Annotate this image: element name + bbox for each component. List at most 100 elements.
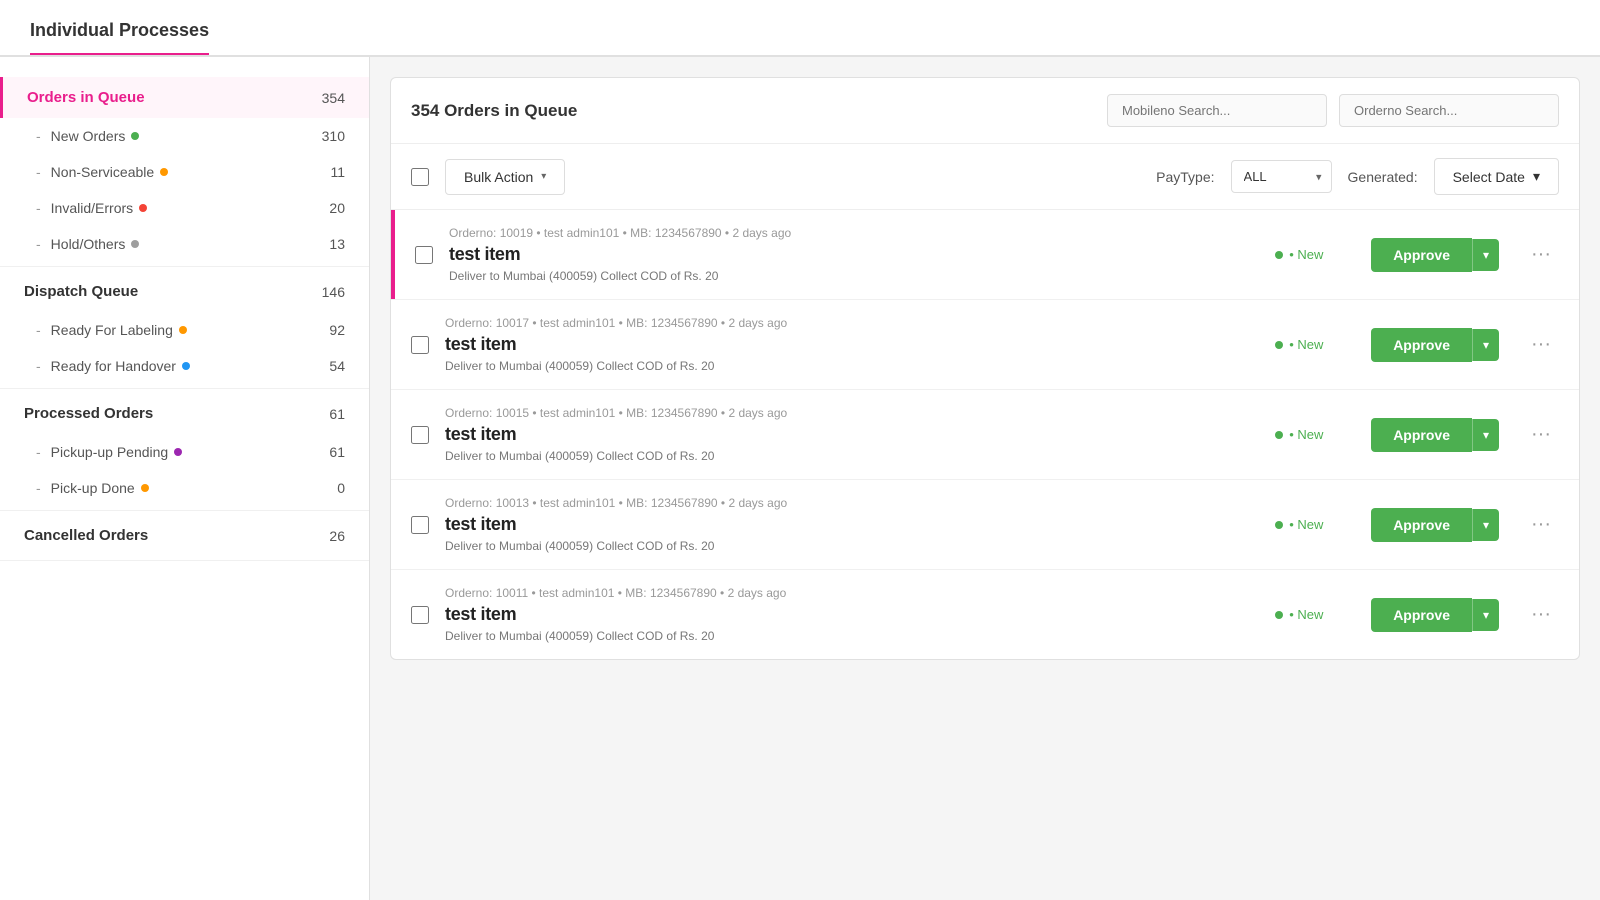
more-options-button[interactable]: ··· <box>1523 239 1559 270</box>
order-name: test item <box>445 334 1259 355</box>
status-dot-icon <box>182 362 190 370</box>
bulk-action-chevron-icon: ▾ <box>541 171 546 182</box>
approve-button[interactable]: Approve <box>1371 238 1472 272</box>
sub-count: 310 <box>322 128 345 144</box>
order-meta: Orderno: 10011 • test admin101 • MB: 123… <box>445 586 1259 600</box>
order-delivery: Deliver to Mumbai (400059) Collect COD o… <box>445 359 1259 373</box>
generated-label: Generated: <box>1348 169 1418 185</box>
dash-icon: - <box>36 322 41 338</box>
approve-dropdown-button[interactable]: ▾ <box>1472 599 1499 631</box>
status-text: • New <box>1289 247 1323 262</box>
sidebar-section-label-3: Cancelled Orders <box>24 527 148 544</box>
approve-dropdown-button[interactable]: ▾ <box>1472 509 1499 541</box>
sidebar-section-1: Dispatch Queue146- Ready For Labeling92-… <box>0 271 369 389</box>
order-status: • New <box>1275 427 1355 442</box>
order-row: Orderno: 10019 • test admin101 • MB: 123… <box>391 210 1579 300</box>
panel-header: 354 Orders in Queue <box>391 78 1579 144</box>
more-options-button[interactable]: ··· <box>1523 599 1559 630</box>
sub-label-text: Pickup-up Pending <box>51 444 169 460</box>
status-dot-icon <box>139 204 147 212</box>
order-meta: Orderno: 10015 • test admin101 • MB: 123… <box>445 406 1259 420</box>
sidebar-main-item-1[interactable]: Dispatch Queue 146 <box>0 271 369 312</box>
sidebar-sub-item-2-1[interactable]: - Pick-up Done0 <box>0 470 369 506</box>
more-options-button[interactable]: ··· <box>1523 329 1559 360</box>
orderno-search-input[interactable] <box>1339 94 1559 127</box>
sidebar-sub-item-1-0[interactable]: - Ready For Labeling92 <box>0 312 369 348</box>
order-row-inner: Orderno: 10017 • test admin101 • MB: 123… <box>391 300 1579 389</box>
order-checkbox[interactable] <box>411 606 429 624</box>
sub-count: 13 <box>329 236 345 252</box>
approve-dropdown-button[interactable]: ▾ <box>1472 239 1499 271</box>
approve-button[interactable]: Approve <box>1371 418 1472 452</box>
sub-count: 92 <box>329 322 345 338</box>
more-options-button[interactable]: ··· <box>1523 509 1559 540</box>
order-row: Orderno: 10015 • test admin101 • MB: 123… <box>391 390 1579 480</box>
order-row: Orderno: 10013 • test admin101 • MB: 123… <box>391 480 1579 570</box>
status-dot-icon <box>131 132 139 140</box>
select-date-button[interactable]: Select Date ▾ <box>1434 158 1559 195</box>
dash-icon: - <box>36 444 41 460</box>
order-checkbox[interactable] <box>411 336 429 354</box>
order-info: Orderno: 10011 • test admin101 • MB: 123… <box>445 586 1259 643</box>
page-wrapper: Individual Processes Orders in Queue354 -… <box>0 0 1600 900</box>
approve-dropdown-button[interactable]: ▾ <box>1472 419 1499 451</box>
dash-icon: - <box>36 236 41 252</box>
sidebar: Orders in Queue354 - New Orders 310 - Non-S… <box>0 57 370 900</box>
approve-dropdown-button[interactable]: ▾ <box>1472 329 1499 361</box>
order-row: Orderno: 10011 • test admin101 • MB: 123… <box>391 570 1579 659</box>
sidebar-sub-item-0-3[interactable]: - Hold/Others 13 <box>0 226 369 262</box>
status-text: • New <box>1289 607 1323 622</box>
approve-button[interactable]: Approve <box>1371 598 1472 632</box>
sidebar-section-label-1: Dispatch Queue <box>24 283 138 300</box>
more-options-button[interactable]: ··· <box>1523 419 1559 450</box>
orders-list: Orderno: 10019 • test admin101 • MB: 123… <box>391 210 1579 659</box>
status-text: • New <box>1289 337 1323 352</box>
paytype-select[interactable]: ALLCODPREPAID <box>1231 160 1332 193</box>
sidebar-main-item-0[interactable]: Orders in Queue354 <box>0 77 369 118</box>
sidebar-divider <box>0 510 369 511</box>
order-delivery: Deliver to Mumbai (400059) Collect COD o… <box>449 269 1259 283</box>
sidebar-main-item-2[interactable]: Processed Orders61 <box>0 393 369 434</box>
dash-icon: - <box>36 358 41 374</box>
status-dot-icon <box>1275 251 1283 259</box>
sidebar-sub-item-0-2[interactable]: - Invalid/Errors20 <box>0 190 369 226</box>
sidebar-main-item-3[interactable]: Cancelled Orders 26 <box>0 515 369 556</box>
orders-panel: 354 Orders in Queue Bulk Action ▾ PayTyp… <box>390 77 1580 660</box>
sidebar-section-label-0: Orders in Queue <box>27 89 145 106</box>
select-all-checkbox[interactable] <box>411 168 429 186</box>
approve-button[interactable]: Approve <box>1371 328 1472 362</box>
order-delivery: Deliver to Mumbai (400059) Collect COD o… <box>445 539 1259 553</box>
order-name: test item <box>445 604 1259 625</box>
sidebar-divider <box>0 388 369 389</box>
sub-count: 61 <box>329 444 345 460</box>
approve-group: Approve▾ <box>1371 508 1499 542</box>
status-dot-icon <box>179 326 187 334</box>
sidebar-sub-item-1-1[interactable]: - Ready for Handover54 <box>0 348 369 384</box>
sidebar-section-count-3: 26 <box>329 528 345 544</box>
page-header: Individual Processes <box>0 0 1600 57</box>
sidebar-sub-item-0-1[interactable]: - Non-Serviceable11 <box>0 154 369 190</box>
sub-label-text: New Orders <box>51 128 126 144</box>
mobile-search-input[interactable] <box>1107 94 1327 127</box>
bulk-action-button[interactable]: Bulk Action ▾ <box>445 159 565 195</box>
sidebar-section-count-1: 146 <box>322 284 345 300</box>
approve-button[interactable]: Approve <box>1371 508 1472 542</box>
order-checkbox[interactable] <box>415 246 433 264</box>
sidebar-section-0: Orders in Queue354 - New Orders 310 - Non-S… <box>0 77 369 267</box>
order-row: Orderno: 10017 • test admin101 • MB: 123… <box>391 300 1579 390</box>
main-content: 354 Orders in Queue Bulk Action ▾ PayTyp… <box>370 57 1600 900</box>
sidebar-sub-item-0-0[interactable]: - New Orders310 <box>0 118 369 154</box>
order-info: Orderno: 10015 • test admin101 • MB: 123… <box>445 406 1259 463</box>
order-checkbox[interactable] <box>411 516 429 534</box>
sidebar-sub-item-2-0[interactable]: - Pickup-up Pending 61 <box>0 434 369 470</box>
status-dot-icon <box>1275 521 1283 529</box>
order-meta: Orderno: 10017 • test admin101 • MB: 123… <box>445 316 1259 330</box>
order-delivery: Deliver to Mumbai (400059) Collect COD o… <box>445 629 1259 643</box>
content-area: Orders in Queue354 - New Orders 310 - Non-S… <box>0 57 1600 900</box>
sidebar-divider <box>0 560 369 561</box>
sub-label-text: Hold/Others <box>51 236 126 252</box>
order-checkbox[interactable] <box>411 426 429 444</box>
order-status: • New <box>1275 247 1355 262</box>
sidebar-section-label-2: Processed Orders <box>24 405 153 422</box>
status-dot-icon <box>1275 611 1283 619</box>
